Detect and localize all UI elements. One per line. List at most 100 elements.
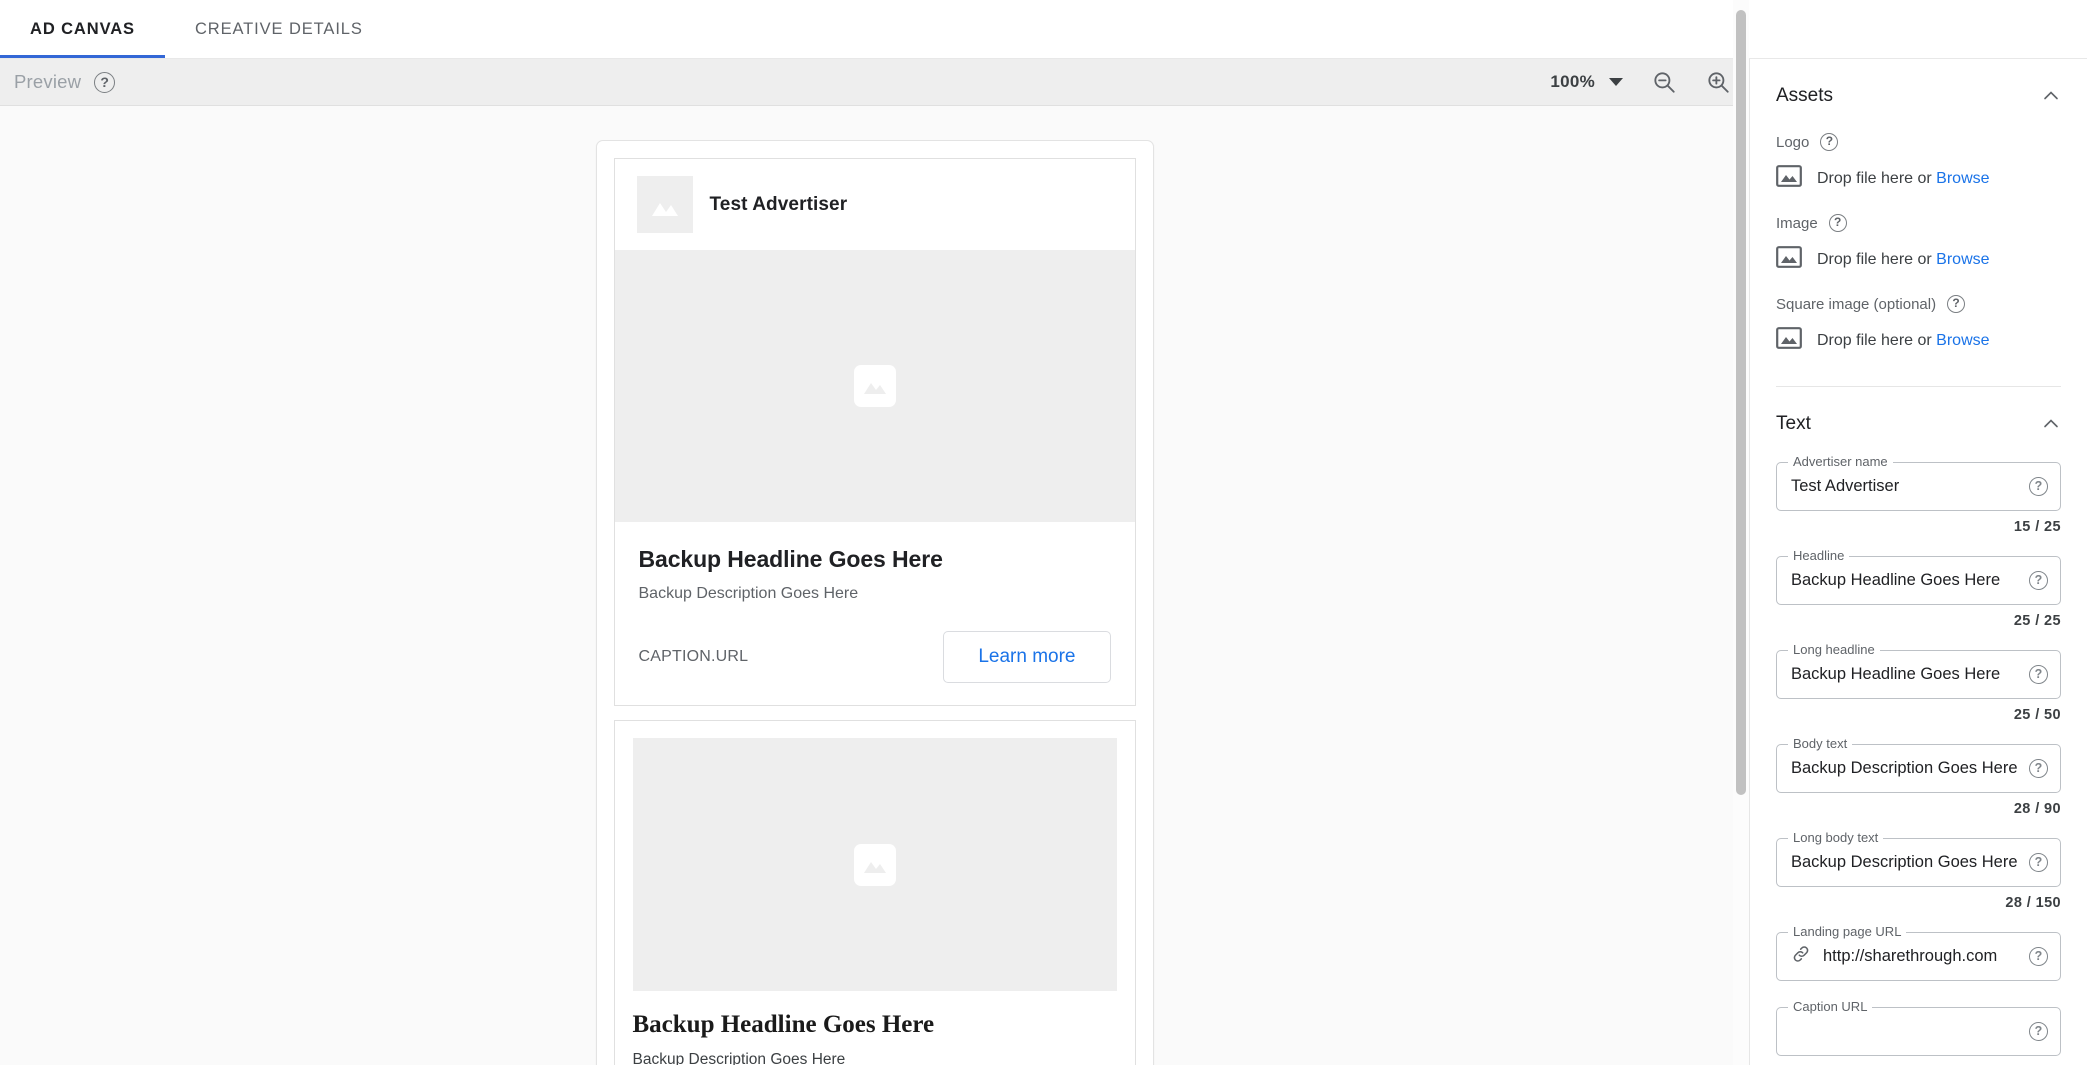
asset-logo-drop-text: Drop file here or Browse	[1817, 169, 1990, 187]
headline-input[interactable]: Headline Backup Headline Goes Here ?	[1776, 549, 2061, 605]
tab-ad-canvas[interactable]: AD CANVAS	[0, 0, 165, 59]
preview-label: Preview	[14, 71, 82, 92]
advertiser-name-value: Test Advertiser	[1791, 477, 1900, 495]
zoom-out-icon[interactable]	[1651, 69, 1677, 95]
asset-image-drop-text: Drop file here or Browse	[1817, 250, 1990, 268]
headline-label: Headline	[1788, 549, 1850, 563]
asset-logo-group: Logo ? Drop file here or Browse	[1776, 133, 2061, 194]
ad-card-body: Backup Headline Goes Here Backup Descrip…	[615, 522, 1135, 705]
field-body-text: Body text Backup Description Goes Here ?…	[1776, 737, 2061, 817]
image-upload-icon	[1776, 163, 1802, 194]
ad2-image-placeholder	[632, 738, 1117, 991]
image-upload-icon	[1776, 244, 1802, 275]
asset-square-label-row: Square image (optional) ?	[1776, 295, 2061, 313]
advertiser-name-counter: 15 / 25	[2013, 519, 2061, 535]
tab-ad-canvas-label: AD CANVAS	[30, 20, 135, 38]
long-body-text-help-icon[interactable]: ?	[2029, 853, 2048, 872]
ad-builder-app: AD CANVAS CREATIVE DETAILS Preview ? 100…	[0, 0, 2087, 1065]
image-placeholder-icon	[853, 365, 896, 407]
assets-section-title: Assets	[1776, 85, 1834, 106]
text-section-title: Text	[1776, 413, 1811, 434]
ad-caption-url: CAPTION.URL	[638, 648, 749, 665]
long-headline-input[interactable]: Long headline Backup Headline Goes Here …	[1776, 643, 2061, 699]
canvas-column: Preview ? 100% Test Advertiser Backup He…	[0, 59, 1749, 1065]
long-headline-counter: 25 / 50	[2013, 707, 2061, 723]
logo-browse-link[interactable]: Browse	[1936, 170, 1989, 187]
asset-logo-drop-row[interactable]: Drop file here or Browse	[1776, 163, 2061, 194]
headline-value: Backup Headline Goes Here	[1791, 571, 2001, 589]
preview-sheet: Test Advertiser Backup Headline Goes Her…	[595, 140, 1154, 1065]
link-icon	[1791, 944, 1811, 969]
logo-placeholder-icon	[636, 176, 693, 233]
landing-page-url-value: http://sharethrough.com	[1823, 947, 1998, 965]
long-body-text-input[interactable]: Long body text Backup Description Goes H…	[1776, 831, 2061, 887]
text-section: Text Advertiser name Test Advertiser ? 1…	[1750, 387, 2087, 1056]
field-landing-page-url: Landing page URL http://sharethrough.com…	[1776, 925, 2061, 981]
ad2-description: Backup Description Goes Here	[632, 1051, 846, 1065]
ad-main-image-placeholder	[614, 250, 1135, 522]
headline-help-icon[interactable]: ?	[2029, 571, 2048, 590]
chevron-down-icon[interactable]	[1609, 78, 1623, 86]
long-headline-value: Backup Headline Goes Here	[1791, 665, 2001, 683]
landing-page-url-help-icon[interactable]: ?	[2029, 947, 2048, 966]
ad2-headline: Backup Headline Goes Here	[632, 1011, 935, 1038]
long-headline-help-icon[interactable]: ?	[2029, 665, 2048, 684]
asset-image-label-row: Image ?	[1776, 214, 2061, 232]
caption-url-label: Caption URL	[1788, 1000, 1873, 1014]
square-image-browse-link[interactable]: Browse	[1936, 332, 1989, 349]
ad2-body: Backup Headline Goes Here Backup Descrip…	[615, 991, 1135, 1065]
image-help-icon[interactable]: ?	[1828, 214, 1847, 232]
headline-counter: 25 / 25	[2013, 613, 2061, 629]
tab-creative-details-label: CREATIVE DETAILS	[194, 20, 363, 38]
chevron-up-icon[interactable]	[2041, 86, 2061, 106]
ad-description: Backup Description Goes Here	[638, 585, 859, 602]
text-section-header[interactable]: Text	[1776, 387, 2061, 441]
preview-canvas: Test Advertiser Backup Headline Goes Her…	[0, 106, 1749, 1065]
body-text-counter: 28 / 90	[2013, 801, 2061, 817]
ad-footer-row: CAPTION.URL Learn more	[639, 631, 1111, 683]
logo-help-icon[interactable]: ?	[1820, 133, 1839, 151]
advertiser-name-input[interactable]: Advertiser name Test Advertiser ?	[1776, 455, 2061, 511]
body-text-input[interactable]: Body text Backup Description Goes Here ?	[1776, 737, 2061, 793]
tab-creative-details[interactable]: CREATIVE DETAILS	[165, 0, 393, 59]
image-upload-icon	[1776, 325, 1802, 356]
square-image-help-icon[interactable]: ?	[1947, 295, 1966, 313]
body-text-label: Body text	[1788, 737, 1853, 751]
field-caption-url: Caption URL ?	[1776, 1000, 2061, 1056]
long-body-text-counter: 28 / 150	[2005, 895, 2061, 911]
right-panel-scrollbar-track[interactable]	[1733, 0, 1749, 1065]
asset-logo-label: Logo	[1776, 133, 1810, 151]
image-browse-link[interactable]: Browse	[1936, 251, 1989, 268]
field-long-headline: Long headline Backup Headline Goes Here …	[1776, 643, 2061, 723]
field-long-body-text: Long body text Backup Description Goes H…	[1776, 831, 2061, 911]
right-panel-scrollbar-thumb[interactable]	[1736, 10, 1746, 795]
landing-page-url-input[interactable]: Landing page URL http://sharethrough.com…	[1776, 925, 2061, 981]
zoom-in-icon[interactable]	[1705, 69, 1731, 95]
asset-image-group: Image ? Drop file here or Browse	[1776, 214, 2061, 275]
caption-url-input[interactable]: Caption URL ?	[1776, 1000, 2061, 1056]
advertiser-name-help-icon[interactable]: ?	[2029, 477, 2048, 496]
ad-headline: Backup Headline Goes Here	[638, 546, 943, 572]
long-body-text-value: Backup Description Goes Here	[1791, 853, 2018, 871]
asset-logo-label-row: Logo ?	[1776, 133, 2061, 151]
landing-page-url-label: Landing page URL	[1788, 925, 1907, 939]
asset-image-drop-row[interactable]: Drop file here or Browse	[1776, 244, 2061, 275]
ad-preview-card-1[interactable]: Test Advertiser Backup Headline Goes Her…	[613, 158, 1136, 706]
ad-advertiser-name: Test Advertiser	[709, 193, 848, 215]
chevron-up-icon[interactable]	[2041, 414, 2061, 434]
asset-square-drop-row[interactable]: Drop file here or Browse	[1776, 325, 2061, 356]
ad-preview-card-2[interactable]: Backup Headline Goes Here Backup Descrip…	[613, 720, 1136, 1065]
learn-more-button[interactable]: Learn more	[943, 631, 1111, 683]
preview-help-icon[interactable]: ?	[94, 71, 116, 93]
advertiser-name-label: Advertiser name	[1788, 455, 1893, 469]
right-panel-scroll-area: Assets Logo ? Drop file here or Browse I…	[1750, 59, 2087, 1065]
body-text-help-icon[interactable]: ?	[2029, 759, 2048, 778]
caption-url-help-icon[interactable]: ?	[2029, 1022, 2048, 1041]
long-headline-label: Long headline	[1788, 643, 1880, 657]
asset-square-image-label: Square image (optional)	[1776, 295, 1937, 313]
field-advertiser-name: Advertiser name Test Advertiser ? 15 / 2…	[1776, 455, 2061, 535]
long-body-text-label: Long body text	[1788, 831, 1884, 845]
ad-card-header: Test Advertiser	[614, 159, 1135, 250]
assets-section-header[interactable]: Assets	[1776, 59, 2061, 113]
assets-section: Assets Logo ? Drop file here or Browse I…	[1750, 59, 2087, 387]
